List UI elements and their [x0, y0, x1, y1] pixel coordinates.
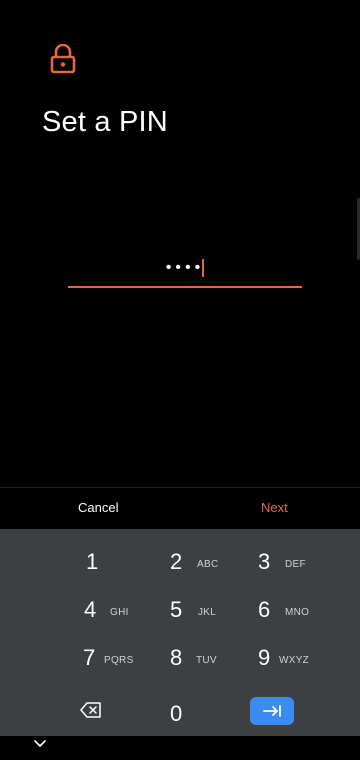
key-digit: 1: [86, 549, 99, 574]
key-digit: 9: [258, 645, 271, 670]
key-8[interactable]: 8 TUV: [128, 633, 228, 681]
next-button[interactable]: Next: [261, 500, 288, 515]
tab-enter-icon: [263, 705, 281, 717]
lock-icon: [50, 44, 76, 74]
key-digit: 0: [170, 701, 183, 726]
key-1[interactable]: 1: [40, 537, 140, 585]
key-digit: 7: [83, 645, 96, 670]
key-0[interactable]: 0: [128, 689, 228, 737]
pin-masked-value: ••••: [165, 259, 205, 276]
pin-input[interactable]: ••••: [68, 252, 302, 288]
action-bar: Cancel Next: [0, 487, 360, 530]
numeric-keypad: 1 2 ABC 3 DEF 4 GHI 5 JKL 6 MNO 7 PQRS 8…: [0, 529, 360, 736]
key-letters: MNO: [285, 607, 310, 618]
key-5[interactable]: 5 JKL: [128, 585, 228, 633]
key-6[interactable]: 6 MNO: [214, 585, 314, 633]
key-4[interactable]: 4 GHI: [40, 585, 140, 633]
key-2[interactable]: 2 ABC: [128, 537, 228, 585]
key-digit: 4: [84, 597, 97, 622]
backspace-icon[interactable]: [80, 701, 102, 719]
page-title: Set a PIN: [42, 106, 168, 138]
key-letters: WXYZ: [279, 655, 310, 666]
key-9[interactable]: 9 WXYZ: [214, 633, 314, 681]
cancel-button[interactable]: Cancel: [78, 500, 118, 515]
chevron-down-icon[interactable]: [34, 740, 46, 748]
key-digit: 8: [170, 645, 183, 670]
key-digit: 6: [258, 597, 271, 622]
text-cursor: [202, 258, 205, 277]
key-digit: 5: [170, 597, 183, 622]
key-3[interactable]: 3 DEF: [214, 537, 314, 585]
key-digit: 3: [258, 549, 271, 574]
key-digit: 2: [170, 549, 183, 574]
key-letters: DEF: [285, 559, 306, 570]
key-letters: GHI: [110, 607, 129, 618]
enter-key[interactable]: [250, 697, 294, 725]
navigation-bar: [0, 736, 360, 760]
key-7[interactable]: 7 PQRS: [40, 633, 140, 681]
